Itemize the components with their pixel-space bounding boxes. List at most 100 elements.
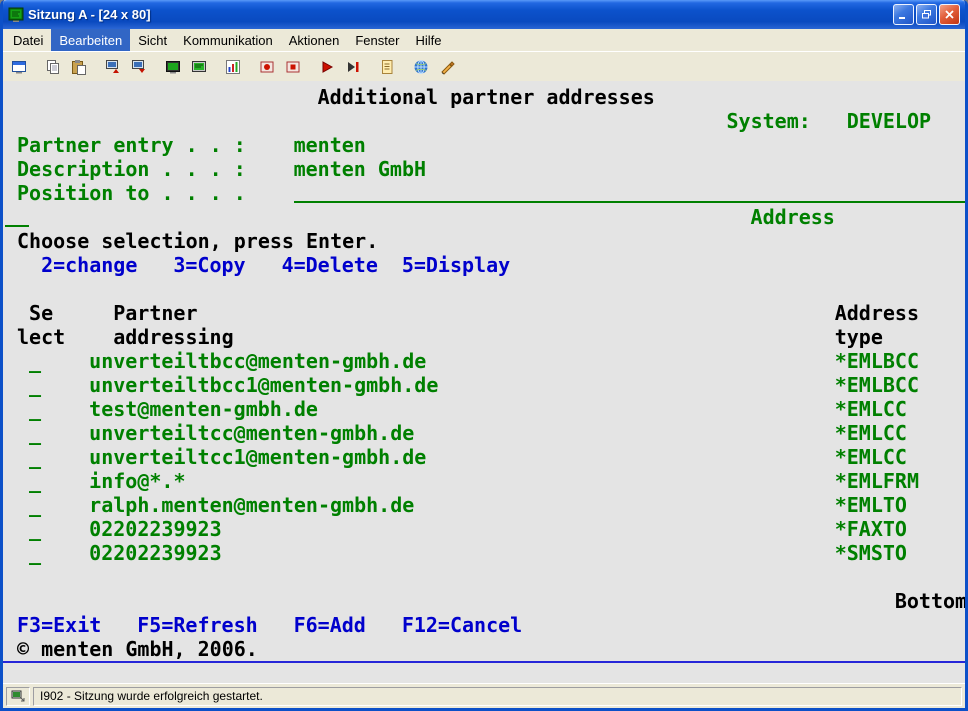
web-icon[interactable] (409, 55, 433, 79)
minimize-button[interactable] (893, 4, 914, 25)
minimize-icon (897, 8, 910, 21)
description-value: menten GmbH (294, 157, 426, 181)
select-input[interactable]: _ (29, 517, 41, 541)
close-icon (943, 8, 956, 21)
option-4-delete: 4=Delete (282, 253, 378, 277)
step-macro-icon[interactable] (341, 55, 365, 79)
address-type: *EMLTO (835, 493, 907, 517)
fkey-f12-cancel: F12=Cancel (402, 613, 522, 637)
toolbar-group (375, 55, 399, 79)
paste-icon[interactable] (67, 55, 91, 79)
menu-item-datei[interactable]: Datei (5, 29, 51, 51)
play-macro-icon[interactable] (315, 55, 339, 79)
copy-icon[interactable] (41, 55, 65, 79)
receive-file-icon[interactable] (127, 55, 151, 79)
position-to-input[interactable] (294, 181, 965, 203)
partner-address: unverteiltcc@menten-gmbh.de (89, 421, 414, 445)
menu-item-hilfe[interactable]: Hilfe (407, 29, 449, 51)
toolbar-group (221, 55, 245, 79)
select-input[interactable]: _ (29, 373, 41, 397)
status-message: I902 - Sitzung wurde erfolgreich gestart… (40, 689, 263, 703)
toolbar-group (7, 55, 31, 79)
col-header-select-2: lect (17, 325, 65, 349)
partner-entry-label: Partner entry . . : (17, 133, 246, 157)
description-label: Description . . . : (17, 157, 246, 181)
oia-area (3, 663, 965, 683)
option-3-copy: 3=Copy (173, 253, 245, 277)
edit-icon[interactable] (435, 55, 459, 79)
partner-address: unverteiltcc1@menten-gmbh.de (89, 445, 426, 469)
partner-entry-value: menten (294, 133, 366, 157)
position-to-label: Position to . . . . (17, 181, 246, 205)
address-type: *EMLCC (835, 421, 907, 445)
terminal-screen[interactable]: Additional partner addresses System: DEVEL… (3, 81, 965, 661)
toolbar-group (255, 55, 305, 79)
menu-item-bearbeiten[interactable]: Bearbeiten (51, 29, 130, 51)
address-column-caption: Address (751, 205, 835, 229)
status-bar: I902 - Sitzung wurde erfolgreich gestart… (3, 683, 965, 708)
system-value: DEVELOP (847, 109, 931, 133)
menu-item-kommunikation[interactable]: Kommunikation (175, 29, 281, 51)
new-session-icon[interactable] (7, 55, 31, 79)
toolbar-group (161, 55, 211, 79)
fkey-f5-refresh: F5=Refresh (137, 613, 257, 637)
system-label: System: (727, 109, 811, 133)
partner-address: 02202239923 (89, 517, 221, 541)
toolbar-group (315, 55, 365, 79)
app-window: Sitzung A - [24 x 80] DateiBearbeitenSic… (0, 0, 968, 711)
partner-address: test@menten-gmbh.de (89, 397, 318, 421)
caption-buttons (893, 4, 960, 25)
close-button[interactable] (939, 4, 960, 25)
select-input[interactable]: _ (29, 421, 41, 445)
restore-icon (920, 8, 933, 21)
fkey-f6-add: F6=Add (294, 613, 366, 637)
select-input[interactable]: _ (29, 397, 41, 421)
chart-icon[interactable] (221, 55, 245, 79)
menu-item-fenster[interactable]: Fenster (347, 29, 407, 51)
address-type: *EMLCC (835, 397, 907, 421)
record-macro-icon[interactable] (255, 55, 279, 79)
bottom-indicator: Bottom (895, 589, 965, 613)
window-title: Sitzung A - [24 x 80] (28, 7, 889, 22)
stop-macro-icon[interactable] (281, 55, 305, 79)
col-header-partner-1: Partner (113, 301, 197, 325)
select-input[interactable]: _ (29, 469, 41, 493)
terminal-session-icon (8, 7, 24, 23)
partner-address: ralph.menten@menten-gmbh.de (89, 493, 414, 517)
select-input[interactable]: _ (29, 349, 41, 373)
col-header-type-2: type (835, 325, 883, 349)
screen-capture-icon[interactable] (161, 55, 185, 79)
option-2-change: 2=change (41, 253, 137, 277)
send-file-icon[interactable] (101, 55, 125, 79)
toolbar-group (41, 55, 91, 79)
menu-item-aktionen[interactable]: Aktionen (281, 29, 348, 51)
toolbar-group (409, 55, 459, 79)
address-type: *FAXTO (835, 517, 907, 541)
restore-button[interactable] (916, 4, 937, 25)
address-type: *EMLCC (835, 445, 907, 469)
address-type: *EMLFRM (835, 469, 919, 493)
copyright-text: © menten GmbH, 2006. (17, 637, 258, 661)
left-input-field[interactable] (5, 205, 29, 227)
col-header-partner-2: addressing (113, 325, 233, 349)
select-input[interactable]: _ (29, 541, 41, 565)
toolbar-group (101, 55, 151, 79)
fkey-f3-exit: F3=Exit (17, 613, 101, 637)
partner-address: unverteiltbcc@menten-gmbh.de (89, 349, 426, 373)
display-setup-icon[interactable] (187, 55, 211, 79)
address-type: *EMLBCC (835, 349, 919, 373)
partner-address: info@*.* (89, 469, 185, 493)
screen-title: Additional partner addresses (318, 85, 655, 109)
app-icon (8, 7, 24, 23)
address-type: *EMLBCC (835, 373, 919, 397)
title-bar[interactable]: Sitzung A - [24 x 80] (3, 0, 965, 29)
menu-item-sicht[interactable]: Sicht (130, 29, 175, 51)
select-input[interactable]: _ (29, 493, 41, 517)
menu-bar: DateiBearbeitenSichtKommunikationAktione… (3, 29, 965, 51)
notes-icon[interactable] (375, 55, 399, 79)
toolbar (3, 51, 965, 81)
instruction-text: Choose selection, press Enter. (17, 229, 378, 253)
status-message-panel: I902 - Sitzung wurde erfolgreich gestart… (33, 687, 962, 706)
address-type: *SMSTO (835, 541, 907, 565)
select-input[interactable]: _ (29, 445, 41, 469)
